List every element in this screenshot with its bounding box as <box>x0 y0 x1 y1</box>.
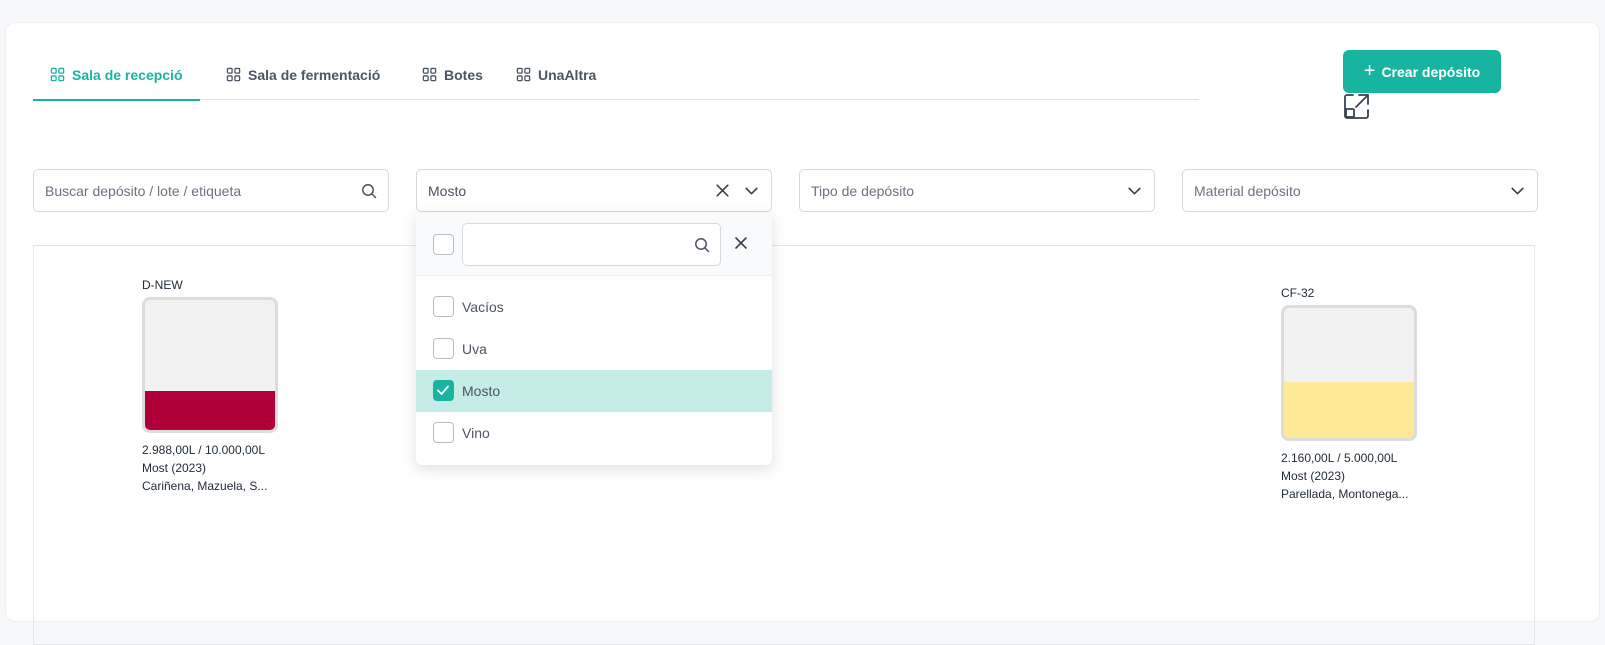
tipo-deposito-select[interactable]: Tipo de depósito <box>799 169 1155 212</box>
tank-fill-level <box>145 391 275 430</box>
tank-vessel <box>142 297 278 433</box>
estado-select[interactable]: Mosto <box>416 169 772 212</box>
search-input[interactable]: Buscar depósito / lote / etiqueta <box>33 169 389 212</box>
estado-selected-value: Mosto <box>428 182 467 199</box>
select-all-checkbox[interactable] <box>433 234 454 255</box>
tab-sala-recepcio[interactable]: Sala de recepció <box>33 49 200 101</box>
dropdown-option-mosto[interactable]: Mosto <box>416 370 772 412</box>
grid-icon <box>516 67 531 82</box>
tank-name: D-NEW <box>142 278 183 292</box>
create-deposit-button[interactable]: + Crear depósito <box>1343 50 1501 93</box>
tank-content: Most (2023) <box>142 461 207 475</box>
tank-varieties: Cariñena, Mazuela, S... <box>142 479 268 493</box>
room-tabs: Sala de recepció Sala de fermentació Bot… <box>33 49 1199 101</box>
tank-content: Most (2023) <box>1281 469 1346 483</box>
option-label: Mosto <box>462 383 501 399</box>
create-deposit-label: Crear depósito <box>1381 63 1481 80</box>
material-deposito-select[interactable]: Material depósito <box>1182 169 1538 212</box>
tank-fill-level <box>1284 382 1414 438</box>
main-card: Sala de recepció Sala de fermentació Bot… <box>5 22 1600 645</box>
search-icon <box>695 238 710 253</box>
tank-varieties: Parellada, Montonega... <box>1281 487 1409 501</box>
option-checkbox[interactable] <box>433 380 454 401</box>
option-label: Vino <box>462 425 490 441</box>
search-icon <box>362 183 377 198</box>
close-icon[interactable] <box>734 236 748 250</box>
option-checkbox[interactable] <box>433 338 454 359</box>
option-checkbox[interactable] <box>433 296 454 317</box>
tab-label: Sala de fermentació <box>248 66 381 83</box>
option-label: Uva <box>462 341 487 357</box>
dropdown-option-vino[interactable]: Vino <box>416 412 772 454</box>
chevron-down-icon <box>1511 187 1524 195</box>
tab-sala-fermentacio[interactable]: Sala de fermentació <box>226 49 380 100</box>
chevron-down-icon <box>1128 187 1141 195</box>
search-placeholder: Buscar depósito / lote / etiqueta <box>45 182 242 199</box>
dropdown-option-uva[interactable]: Uva <box>416 328 772 370</box>
dropdown-option-vacios[interactable]: Vacíos <box>416 286 772 328</box>
dropdown-search-input[interactable] <box>462 223 721 266</box>
check-icon <box>437 385 449 395</box>
tab-botes[interactable]: Botes <box>422 49 483 100</box>
grid-icon <box>226 67 241 82</box>
tank-area: D-NEW 2.988,00L / 10.000,00L Most (2023)… <box>33 245 1535 645</box>
estado-dropdown-panel: Vacíos Uva Mosto Vino <box>416 212 772 465</box>
tank-card[interactable]: CF-32 2.160,00L / 5.000,00L Most (2023) … <box>1281 286 1417 503</box>
material-deposito-placeholder: Material depósito <box>1194 182 1301 199</box>
clear-icon[interactable] <box>714 182 731 199</box>
option-checkbox[interactable] <box>433 422 454 443</box>
tank-name: CF-32 <box>1281 286 1315 300</box>
tank-vessel <box>1281 305 1417 441</box>
dropdown-header <box>416 212 772 276</box>
tipo-deposito-placeholder: Tipo de depósito <box>811 182 914 199</box>
tab-label: Sala de recepció <box>72 66 183 83</box>
tab-unaaltra[interactable]: UnaAltra <box>516 49 596 100</box>
tank-volume: 2.988,00L / 10.000,00L <box>142 443 265 457</box>
tab-label: UnaAltra <box>538 66 597 83</box>
tank-card[interactable]: D-NEW 2.988,00L / 10.000,00L Most (2023)… <box>142 278 278 495</box>
grid-icon <box>50 67 65 82</box>
tank-volume: 2.160,00L / 5.000,00L <box>1281 451 1398 465</box>
plus-icon: + <box>1363 59 1376 82</box>
option-label: Vacíos <box>462 299 504 315</box>
grid-icon <box>422 67 437 82</box>
tab-label: Botes <box>444 66 483 83</box>
expand-icon[interactable] <box>1343 93 1370 120</box>
chevron-down-icon <box>745 187 758 195</box>
